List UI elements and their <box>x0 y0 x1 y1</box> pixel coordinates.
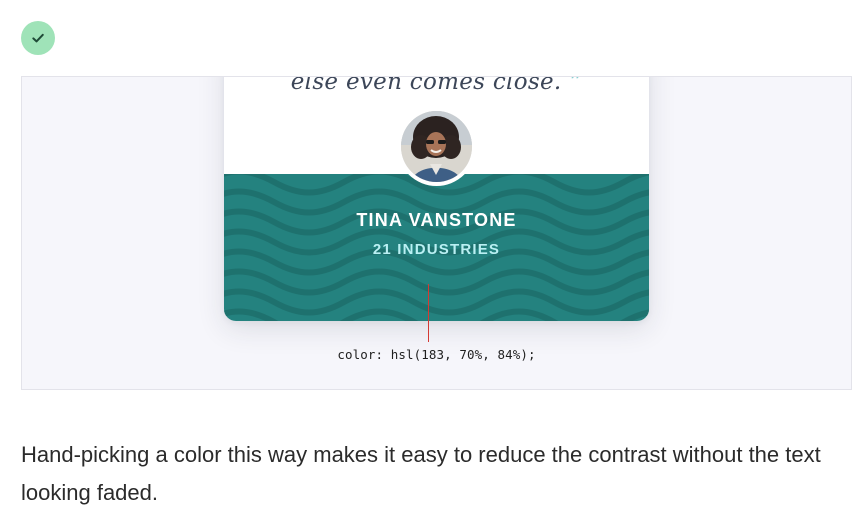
checkmark-icon <box>32 33 44 43</box>
caption-paragraph: Hand-picking a color this way makes it e… <box>21 442 821 505</box>
example-preview: else even comes close. ” TINA VANSTONE 21… <box>21 76 852 390</box>
author-name: TINA VANSTONE <box>356 210 517 230</box>
success-check-badge <box>21 21 55 55</box>
testimonial-card: else even comes close. ” TINA VANSTONE 21… <box>224 76 649 321</box>
quote-text: else even comes close. ” <box>224 76 649 97</box>
quote-fragment: else even comes close. <box>290 76 562 95</box>
quote-mark-icon: ” <box>569 76 583 96</box>
color-annotation: color: hsl(183, 70%, 84%); <box>337 347 536 362</box>
avatar <box>397 107 476 186</box>
author-company: 21 INDUSTRIES <box>372 241 501 258</box>
annotation-pointer-line <box>428 284 429 342</box>
avatar-photo <box>401 111 472 182</box>
